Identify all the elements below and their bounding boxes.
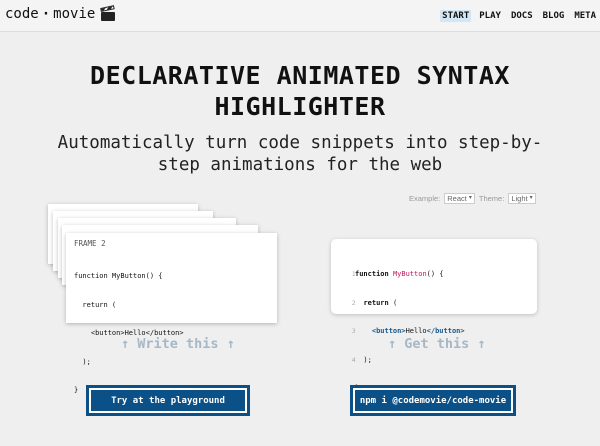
line-number: 3 — [351, 327, 356, 335]
logo[interactable]: code · movie — [5, 4, 116, 22]
tag-token: <button> — [371, 327, 406, 335]
line-number: 1 — [351, 270, 356, 278]
write-this-caption: ↑ Write this ↑ — [121, 336, 235, 352]
logo-text-movie: movie — [53, 6, 96, 22]
code-line: return ( — [74, 300, 117, 309]
code-line: function MyButton() { — [74, 272, 163, 280]
example-select-value: React — [447, 194, 467, 203]
code-line: return ( — [355, 299, 465, 309]
chevron-down-icon: ▾ — [468, 195, 472, 201]
page-title-line2: HIGHLIGHTER — [214, 92, 386, 121]
punctuation-token: () { — [426, 270, 444, 278]
theme-select-value: Light — [511, 194, 528, 203]
top-navbar: code · movie START PLAY DOCS BLOG META — [0, 0, 600, 32]
npm-install-button[interactable]: npm i @codemovie/code-movie — [350, 385, 516, 416]
example-controls: Example: React ▾ Theme: Light ▾ — [409, 193, 536, 204]
page-subtitle-line2: step animations for the web — [157, 155, 443, 175]
example-select[interactable]: React ▾ — [444, 193, 475, 204]
nav-item-start[interactable]: START — [440, 10, 472, 22]
punctuation-token: ( — [388, 298, 398, 307]
nav-item-docs[interactable]: DOCS — [509, 10, 535, 22]
page-title: DECLARATIVE ANIMATED SYNTAX HIGHLIGHTER — [0, 60, 600, 122]
get-this-caption: ↑ Get this ↑ — [388, 336, 486, 352]
page-subtitle-line1: Automatically turn code snippets into st… — [57, 133, 543, 153]
main-menu: START PLAY DOCS BLOG META — [440, 10, 598, 22]
chevron-down-icon: ▾ — [529, 195, 533, 201]
code-line: ); — [355, 355, 372, 364]
theme-select[interactable]: Light ▾ — [508, 193, 536, 204]
frame-card-front: FRAME 2 function MyButton() { return ( <… — [66, 233, 277, 394]
line-number: 2 — [351, 298, 356, 307]
code-line: ); — [74, 357, 91, 366]
text-token: Hello — [405, 327, 427, 335]
page-subtitle: Automatically turn code snippets into st… — [40, 132, 560, 176]
line-number: 4 — [351, 355, 356, 364]
theme-label: Theme: — [478, 194, 505, 203]
clapperboard-icon — [100, 4, 116, 21]
logo-separator: · — [41, 6, 51, 22]
example-label: Example: — [409, 194, 441, 203]
nav-item-meta[interactable]: META — [572, 10, 598, 22]
keyword-token: return — [363, 298, 389, 307]
tag-token: </button> — [426, 327, 465, 335]
page-title-line1: DECLARATIVE ANIMATED SYNTAX — [90, 61, 510, 90]
frame-label: FRAME 2 — [74, 239, 106, 248]
nav-item-blog[interactable]: BLOG — [541, 10, 567, 22]
function-name-token: MyButton — [392, 270, 427, 278]
keyword-token: function — [355, 270, 389, 278]
playground-button[interactable]: Try at the playground — [86, 385, 250, 416]
output-code-card: 1 2 3 4 5 function MyButton() { return (… — [331, 239, 537, 392]
logo-text-code: code — [5, 6, 39, 22]
nav-item-play[interactable]: PLAY — [477, 10, 503, 22]
code-line: function MyButton() { — [355, 270, 465, 280]
